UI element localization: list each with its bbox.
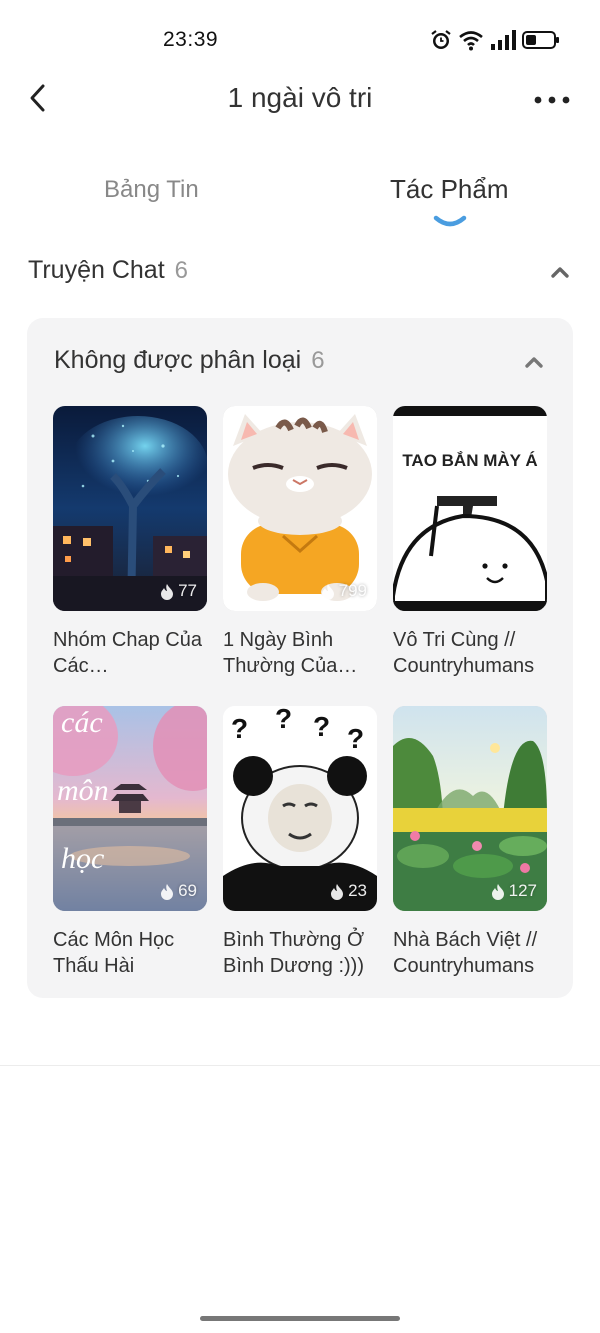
section-count: 6: [174, 257, 188, 284]
alarm-icon: [430, 29, 452, 51]
cover-art-blob-gun: TAO BẮN MÀY Á: [393, 406, 547, 611]
section-header[interactable]: Truyện Chat 6: [28, 256, 572, 292]
cover-text: TAO BẮN MÀY Á: [402, 451, 537, 470]
group-card: Không được phân loại 6 77 Nhóm Chap Của …: [27, 318, 573, 998]
story-title: Bình Thường Ở Bình Dương :))): [223, 929, 365, 977]
story-cover: 799: [223, 406, 377, 611]
tab-bar: Bảng Tin Tác Phẩm: [0, 170, 600, 230]
heat-indicator: 77: [160, 581, 197, 601]
heat-count: 799: [338, 581, 367, 600]
story-title: 1 Ngày Bình Thường Của Các Con: [223, 629, 338, 677]
status-time: 23:39: [163, 28, 219, 51]
cover-text: các môn học: [57, 706, 109, 875]
heat-count: 23: [348, 881, 367, 900]
svg-text:?: ?: [275, 706, 292, 734]
story-cover: 77: [53, 406, 207, 611]
story-title: Nhà Bách Việt // Countryhumans: [393, 929, 538, 977]
section-title: Truyện Chat: [28, 256, 165, 284]
group-header[interactable]: Không được phân loại 6: [54, 346, 546, 382]
group-count: 6: [311, 347, 325, 374]
heat-indicator: 69: [160, 881, 197, 901]
chevron-up-icon[interactable]: [548, 260, 572, 284]
heat-indicator: 23: [330, 881, 367, 901]
heat-count: 69: [178, 881, 197, 900]
story-cover: TAO BẮN MÀY Á: [393, 406, 547, 611]
signal-icon: [490, 30, 516, 50]
heat-indicator: 799: [321, 581, 367, 601]
story-title: Các Môn Học Thấu Hài: [53, 929, 175, 977]
svg-text:?: ?: [313, 711, 330, 742]
heat-count: 77: [178, 581, 197, 600]
story-cover: ???? 23: [223, 706, 377, 911]
battery-icon: [522, 30, 560, 50]
wifi-icon: [458, 29, 484, 51]
story-card[interactable]: ???? 23 Bình Thường Ở Bình Dương :))): [223, 706, 377, 979]
flame-icon: [330, 883, 344, 900]
story-cover: các môn học 69: [53, 706, 207, 911]
flame-icon: [491, 883, 505, 900]
chevron-up-icon[interactable]: [522, 350, 546, 374]
tab-feed[interactable]: Bảng Tin: [104, 176, 199, 204]
flame-icon: [321, 583, 335, 600]
active-tab-indicator: [432, 214, 468, 228]
story-title: Nhóm Chap Của Các //Countryhumans: [53, 629, 202, 677]
story-card[interactable]: TAO BẮN MÀY Á Vô Tri Cùng // Countryhuma…: [393, 406, 547, 679]
more-dots-icon: [534, 91, 570, 109]
home-indicator[interactable]: [200, 1316, 400, 1321]
story-card[interactable]: 127 Nhà Bách Việt // Countryhumans: [393, 706, 547, 979]
heat-count: 127: [508, 881, 537, 900]
status-icons: [430, 28, 560, 52]
flame-icon: [160, 583, 174, 600]
story-cover: 127: [393, 706, 547, 911]
status-bar: 23:39: [0, 0, 600, 80]
svg-text:?: ?: [231, 713, 248, 744]
tab-works[interactable]: Tác Phẩm: [390, 174, 509, 205]
group-title: Không được phân loại: [54, 346, 302, 374]
flame-icon: [160, 883, 174, 900]
story-card[interactable]: các môn học 69 Các Môn Học Thấu Hài: [53, 706, 207, 979]
story-title: Vô Tri Cùng // Countryhumans: [393, 629, 535, 677]
svg-text:?: ?: [347, 723, 364, 754]
page-title: 1 ngài vô tri: [227, 82, 373, 113]
header: 1 ngài vô tri: [0, 70, 600, 130]
story-card[interactable]: 799 1 Ngày Bình Thường Của Các Con: [223, 406, 377, 679]
more-options-button[interactable]: [532, 82, 572, 118]
divider: [0, 1065, 600, 1066]
story-card[interactable]: 77 Nhóm Chap Của Các //Countryhumans: [53, 406, 207, 679]
heat-indicator: 127: [491, 881, 537, 901]
